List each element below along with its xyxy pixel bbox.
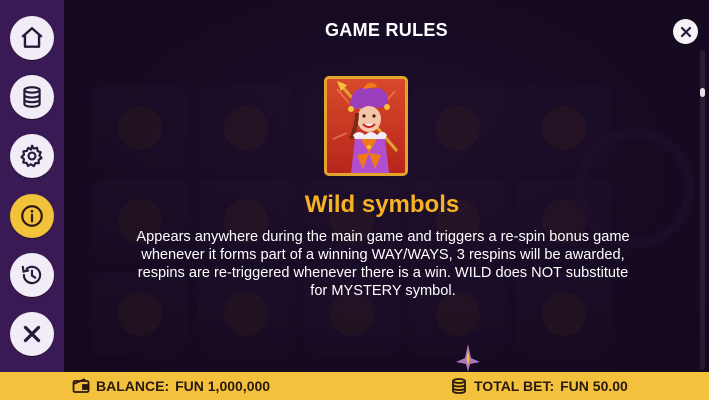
balance-label: BALANCE: <box>96 378 170 394</box>
gear-icon <box>20 144 43 168</box>
total-bet-display: TOTAL BET: FUN 50.00 <box>450 372 628 400</box>
settings-button[interactable] <box>10 134 54 178</box>
coins-stack-icon <box>23 86 41 108</box>
close-rules-button[interactable] <box>673 19 698 44</box>
wallet-icon <box>72 378 90 393</box>
scrollbar-track[interactable] <box>700 50 705 370</box>
balance-display: BALANCE: FUN 1,000,000 <box>72 372 270 400</box>
bet-settings-button[interactable] <box>10 75 54 119</box>
game-rules-button[interactable] <box>10 194 54 238</box>
sparkle-icon <box>456 344 480 372</box>
exit-button[interactable] <box>10 312 54 356</box>
home-button[interactable] <box>10 16 54 60</box>
close-icon <box>23 325 41 343</box>
total-bet-value: FUN 50.00 <box>560 378 628 394</box>
page-title: GAME RULES <box>324 20 448 40</box>
history-icon <box>21 265 42 285</box>
coins-stack-icon <box>452 378 466 394</box>
jester-wild-icon <box>332 81 399 173</box>
sidebar <box>0 0 64 372</box>
home-icon <box>21 27 43 48</box>
history-button[interactable] <box>10 253 54 297</box>
balance-value: FUN 1,000,000 <box>175 378 271 394</box>
bottom-status-bar: BALANCE: FUN 1,000,000 TOTAL BET: FUN 50… <box>0 372 709 400</box>
total-bet-label: TOTAL BET: <box>474 378 555 394</box>
rules-overlay <box>64 0 709 372</box>
info-icon <box>21 205 43 227</box>
rule-description: Appears anywhere during the main game an… <box>136 229 630 299</box>
section-title: Wild symbols <box>304 191 460 218</box>
close-icon <box>680 26 691 37</box>
wild-symbol-image <box>324 76 408 176</box>
scrollbar-thumb[interactable] <box>700 88 705 97</box>
